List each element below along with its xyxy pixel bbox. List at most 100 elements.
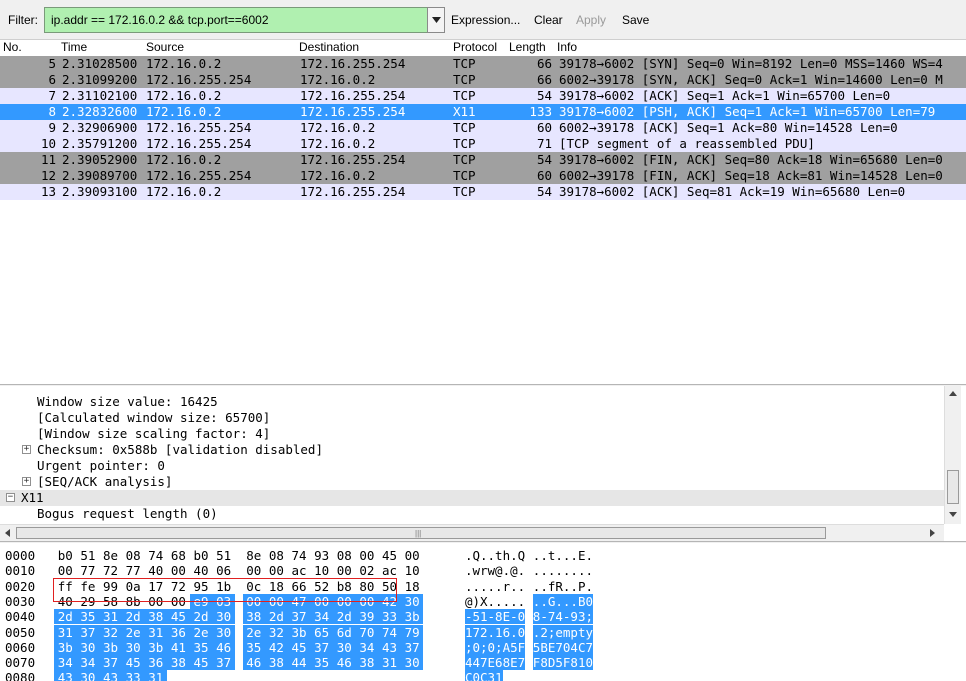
packet-bytes-pane[interactable]: 0000 b0 51 8e 08 74 68 b0 51 8e 08 74 93 08 00 45 00 .Q..… bbox=[0, 543, 966, 681]
hex-byte: 00 bbox=[404, 548, 420, 563]
clear-button[interactable]: Clear bbox=[534, 13, 563, 27]
hex-byte: 0a bbox=[125, 578, 141, 594]
hex-byte: 8b bbox=[125, 593, 141, 609]
packet-row[interactable]: 13 2.39093100 172.16.0.2 172.16.255.254 TCP 5… bbox=[0, 184, 966, 200]
packet-list-pane[interactable]: No. Time Source Destination Protocol Len… bbox=[0, 40, 966, 385]
ascii-dump-left: 172.16.0 bbox=[464, 624, 526, 640]
hex-offset: 0000 bbox=[5, 548, 36, 563]
packet-no: 13 bbox=[40, 184, 56, 199]
ascii-dump-right: 8-74-93; bbox=[532, 609, 594, 625]
column-header-time[interactable]: Time bbox=[61, 41, 87, 54]
details-hscroll-thumb[interactable]: ||| bbox=[16, 527, 826, 539]
hex-byte: 3b bbox=[287, 624, 311, 640]
details-scroll-thumb[interactable] bbox=[947, 470, 959, 504]
details-field-row[interactable]: [Calculated window size: 65700] bbox=[0, 410, 944, 426]
expand-plus-icon[interactable]: + bbox=[22, 445, 31, 454]
packet-protocol: TCP bbox=[453, 72, 476, 87]
ascii-dump-right: 5BE704C7 bbox=[532, 639, 594, 655]
hex-byte: 30 bbox=[332, 639, 356, 655]
packet-length: 66 bbox=[536, 72, 552, 87]
packet-row[interactable]: 6 2.31099200 172.16.255.254 172.16.0.2 TCP 66… bbox=[0, 72, 966, 88]
hex-dump-row[interactable]: 0080 43 30 43 33 31 C0C31 bbox=[0, 670, 966, 681]
column-header-no[interactable]: No. bbox=[3, 41, 22, 54]
hex-dump-row[interactable]: 0020 ff fe 99 0a 17 72 95 1b 0c 18 66 52 b8 80 50 18....… bbox=[0, 579, 966, 594]
hex-byte: 72 bbox=[103, 563, 119, 579]
hex-byte: 3b bbox=[400, 609, 424, 625]
hex-byte: 35 bbox=[242, 639, 266, 655]
scroll-left-icon[interactable] bbox=[5, 529, 10, 537]
ascii-dump-left: @)X..... bbox=[464, 593, 526, 609]
hex-byte: 30 bbox=[121, 639, 145, 655]
hex-dump-row[interactable]: 0040 2d 35 31 2d 38 45 2d 30 38 2d 37 34 2d 39 33 3b -51-… bbox=[0, 609, 966, 625]
packet-row[interactable]: 7 2.31102100 172.16.0.2 172.16.255.254 TCP 54… bbox=[0, 88, 966, 104]
expand-plus-icon[interactable]: + bbox=[22, 477, 31, 486]
column-header-length[interactable]: Length bbox=[509, 41, 546, 54]
hex-dump-row[interactable]: 0000 b0 51 8e 08 74 68 b0 51 8e 08 74 93 08 00 45 00 .Q..… bbox=[0, 548, 966, 563]
column-header-info[interactable]: Info bbox=[557, 41, 577, 54]
hex-byte: 80 bbox=[359, 578, 375, 594]
hex-byte: b0 bbox=[193, 548, 209, 563]
column-header-destination[interactable]: Destination bbox=[299, 41, 359, 54]
packet-no: 6 bbox=[48, 72, 56, 87]
hex-byte: fe bbox=[80, 578, 96, 594]
hex-byte: ac bbox=[382, 563, 398, 579]
packet-destination: 172.16.0.2 bbox=[300, 72, 376, 87]
details-field-row[interactable]: [Window size scaling factor: 4] bbox=[0, 426, 944, 442]
hex-dump-row[interactable]: 0010 00 77 72 77 40 00 40 06 00 00 ac 10 00 02 ac 10 .wrw… bbox=[0, 563, 966, 578]
hex-dump-row[interactable]: 0050 31 37 32 2e 31 36 2e 30 2e 32 3b 65 6d 70 74 79 172.… bbox=[0, 624, 966, 640]
packet-row[interactable]: 9 2.32906900 172.16.255.254 172.16.0.2 TCP 60… bbox=[0, 120, 966, 136]
hex-offset: 0050 bbox=[5, 624, 36, 640]
hex-byte: 36 bbox=[144, 655, 168, 671]
details-field-row[interactable]: + [SEQ/ACK analysis] bbox=[0, 474, 944, 490]
scroll-up-icon[interactable] bbox=[949, 391, 957, 396]
hex-byte: 00 bbox=[336, 563, 352, 579]
details-field-row[interactable]: Bogus request length (0) bbox=[0, 506, 944, 522]
details-field-row[interactable]: Window size value: 16425 bbox=[0, 394, 944, 410]
ascii-dump-left: ;0;0;A5F bbox=[464, 639, 526, 655]
hex-dump-row[interactable]: 0030 40 29 58 8b 00 00 e9 03 00 00 47 00 00 00 42 30 @)X.… bbox=[0, 593, 966, 609]
hex-dump-row[interactable]: 0070 34 34 37 45 36 38 45 37 46 38 44 35 46 38 31 30 447E… bbox=[0, 655, 966, 671]
hex-byte: 35 bbox=[189, 639, 213, 655]
details-vertical-scrollbar[interactable] bbox=[944, 386, 961, 524]
filter-history-dropdown[interactable] bbox=[427, 7, 445, 33]
hex-offset: 0060 bbox=[5, 639, 36, 655]
packet-row[interactable]: 10 2.35791200 172.16.255.254 172.16.0.2 TCP 7… bbox=[0, 136, 966, 152]
apply-button[interactable]: Apply bbox=[576, 13, 606, 27]
packet-row[interactable]: 8 2.32832600 172.16.0.2 172.16.255.254 X11 13… bbox=[0, 104, 966, 120]
scroll-down-icon[interactable] bbox=[949, 512, 957, 517]
packet-row[interactable]: 11 2.39052900 172.16.0.2 172.16.255.254 TCP 5… bbox=[0, 152, 966, 168]
packet-no: 12 bbox=[40, 168, 56, 183]
hex-dump-row[interactable]: 0060 3b 30 3b 30 3b 41 35 46 35 42 45 37 30 34 43 37 ;0;0… bbox=[0, 639, 966, 655]
scroll-right-icon[interactable] bbox=[930, 529, 935, 537]
details-field-row[interactable]: Urgent pointer: 0 bbox=[0, 458, 944, 474]
packet-row[interactable]: 5 2.31028500 172.16.0.2 172.16.255.254 TCP 66… bbox=[0, 56, 966, 72]
hex-offset: 0070 bbox=[5, 655, 36, 671]
save-button[interactable]: Save bbox=[622, 13, 649, 27]
expression-button[interactable]: Expression... bbox=[451, 13, 520, 27]
hex-byte: 18 bbox=[404, 578, 420, 594]
details-horizontal-scrollbar[interactable]: ||| bbox=[0, 524, 944, 541]
details-field-row[interactable]: + Checksum: 0x588b [validation disabled] bbox=[0, 442, 944, 458]
packet-destination: 172.16.255.254 bbox=[300, 152, 406, 167]
packet-info: 39178→6002 [ACK] Seq=1 Ack=1 Win=65700 L… bbox=[559, 88, 891, 103]
collapse-minus-icon[interactable]: − bbox=[6, 493, 15, 502]
details-protocol-header[interactable]: − X11 bbox=[0, 490, 944, 506]
hex-byte: 58 bbox=[103, 593, 119, 609]
packet-time: 2.39089700 bbox=[62, 168, 138, 183]
hex-byte: 08 bbox=[268, 548, 284, 563]
hex-byte: 30 bbox=[212, 624, 235, 640]
chevron-down-icon bbox=[431, 17, 441, 23]
hex-byte: 33 bbox=[121, 670, 145, 681]
packet-row[interactable]: 12 2.39089700 172.16.255.254 172.16.0.2 TCP 6… bbox=[0, 168, 966, 184]
packet-details-pane[interactable]: Window size value: 16425 [Calculated wind… bbox=[0, 386, 966, 542]
column-header-protocol[interactable]: Protocol bbox=[453, 41, 497, 54]
packet-info: 6002→39178 [ACK] Seq=1 Ack=80 Win=14528 … bbox=[559, 120, 898, 135]
column-header-source[interactable]: Source bbox=[146, 41, 184, 54]
hex-byte: 00 bbox=[246, 563, 262, 579]
hex-byte: 17 bbox=[148, 578, 164, 594]
packet-destination: 172.16.255.254 bbox=[300, 88, 406, 103]
hex-byte: 8e bbox=[246, 548, 262, 563]
hex-byte: 30 bbox=[212, 609, 235, 625]
display-filter-input[interactable] bbox=[44, 7, 428, 33]
hex-byte: 18 bbox=[268, 578, 284, 594]
